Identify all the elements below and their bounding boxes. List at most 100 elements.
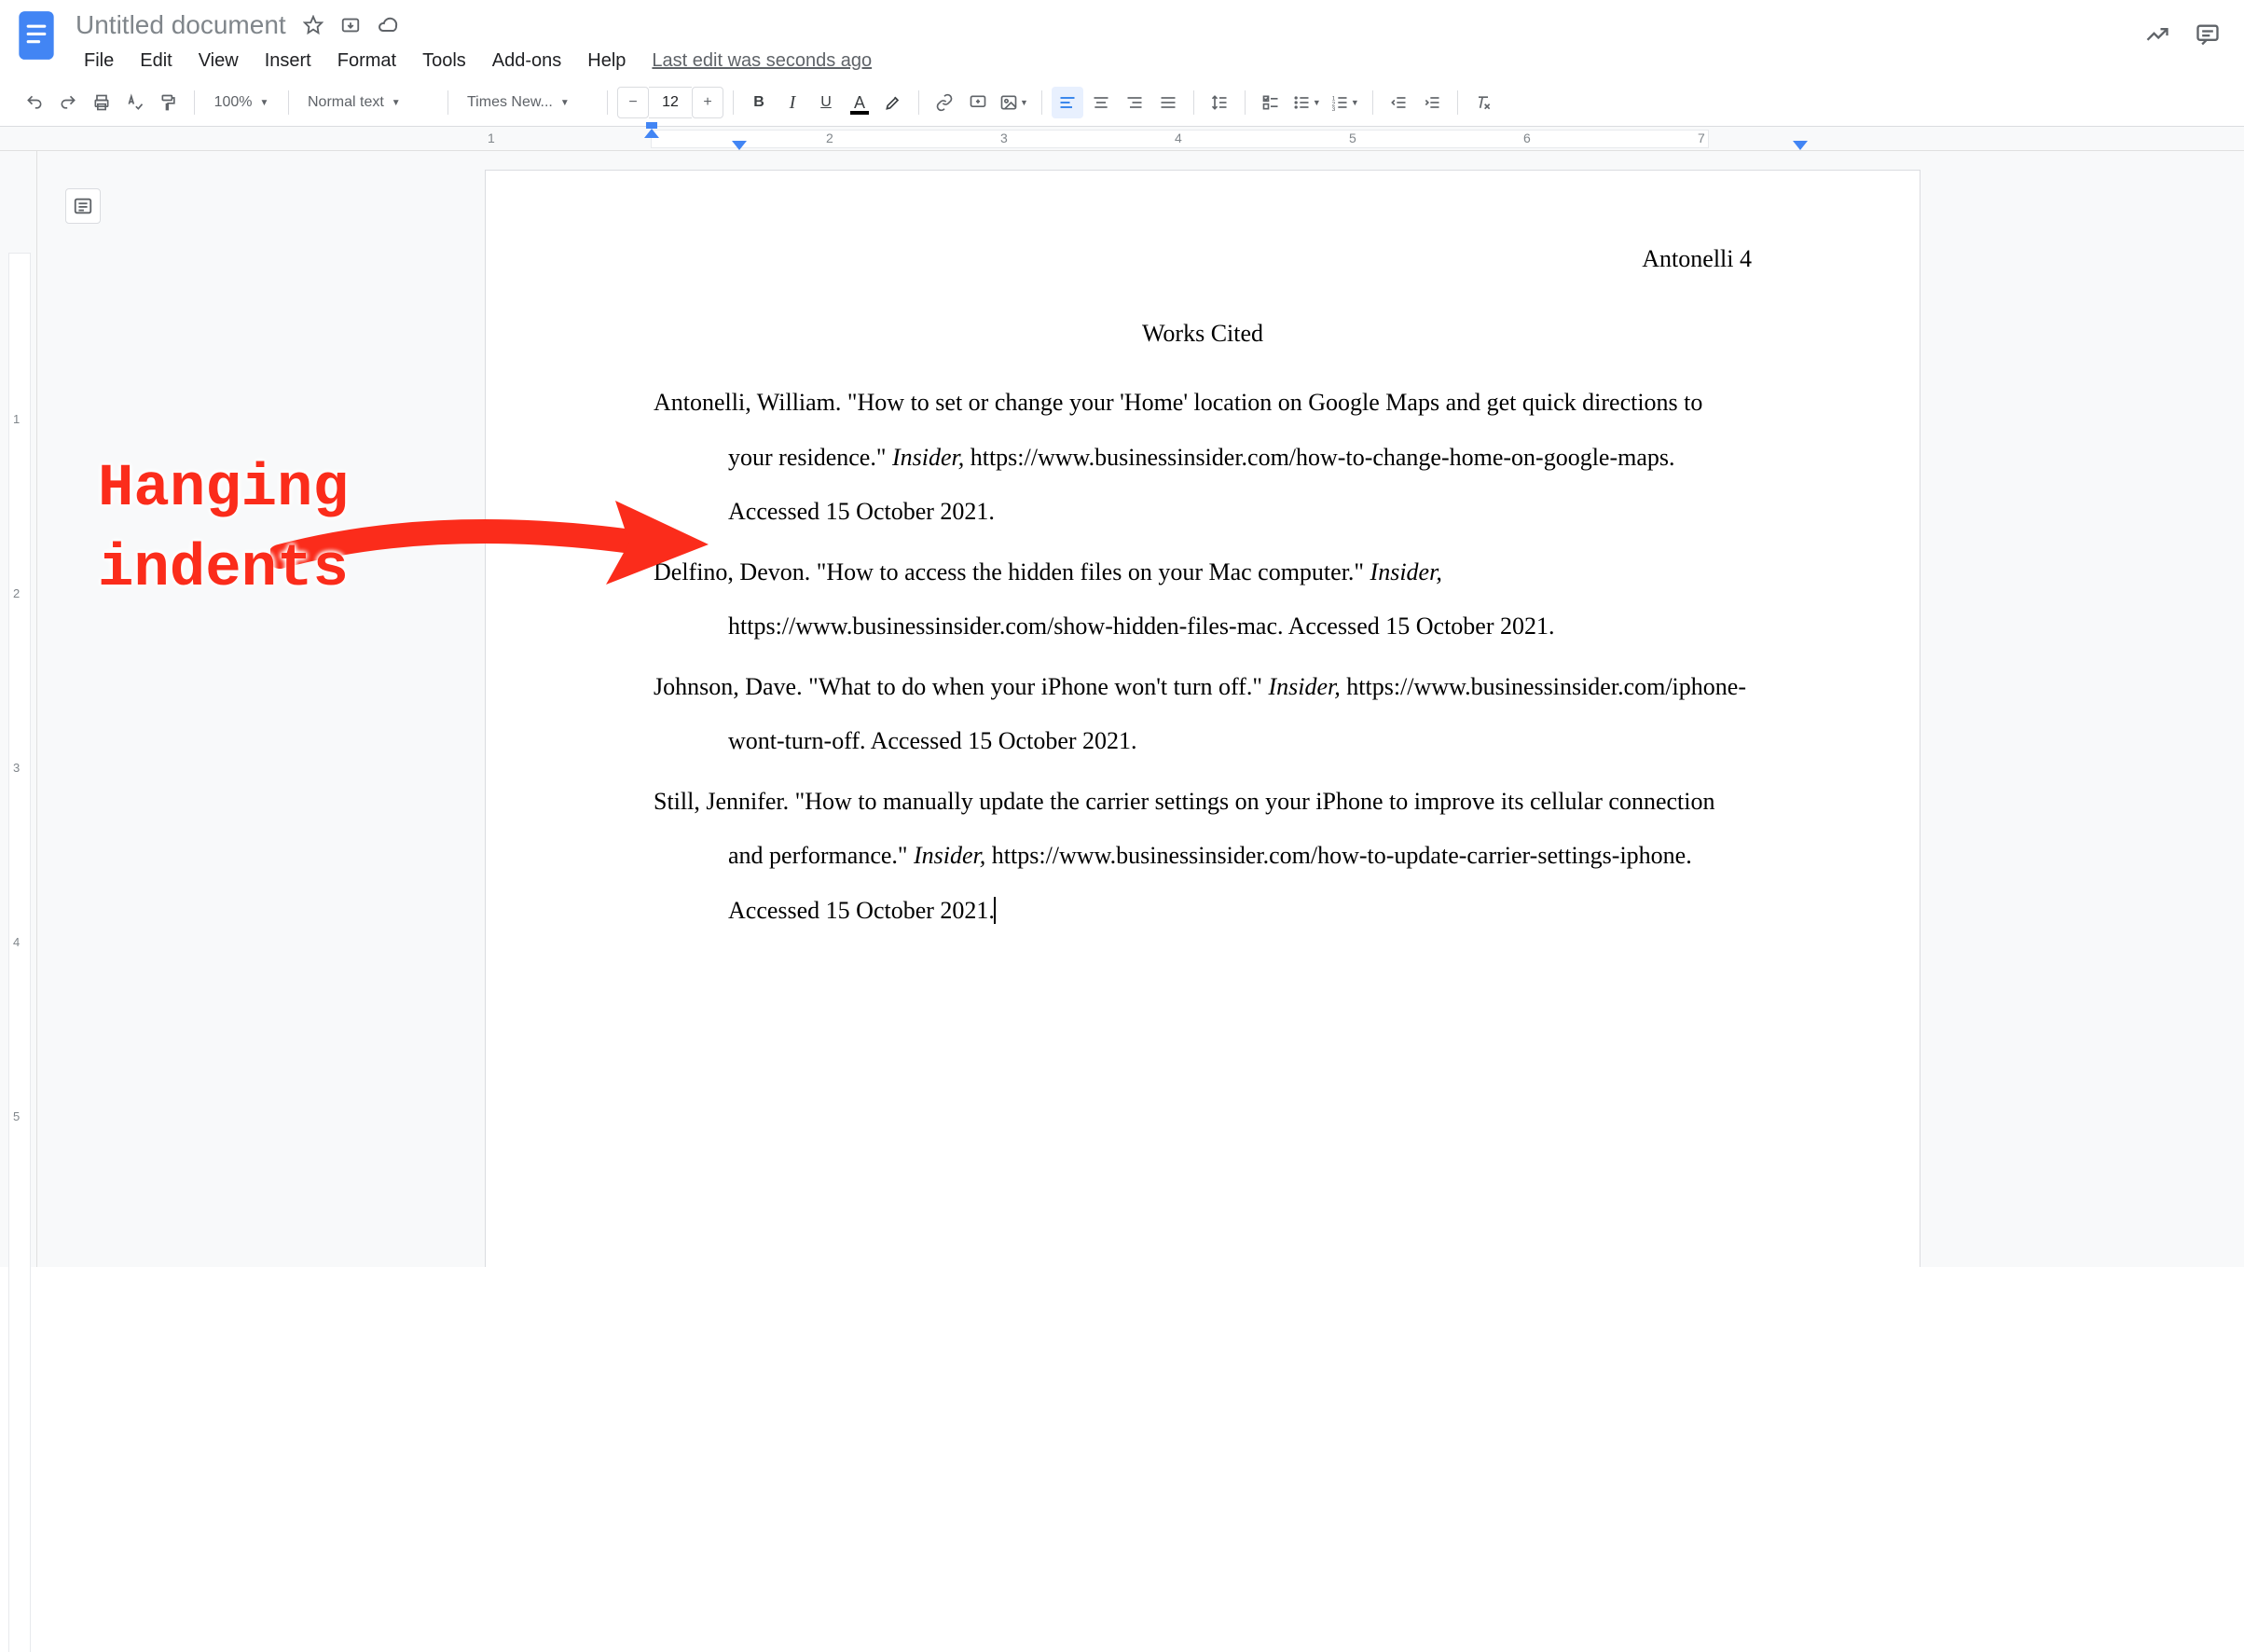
align-right-button[interactable] [1119,87,1150,118]
font-size-decrease-button[interactable]: − [617,87,649,118]
docs-icon [17,9,56,62]
separator [1457,90,1458,115]
menu-tools[interactable]: Tools [411,47,477,76]
menu-help[interactable]: Help [576,47,637,76]
align-center-button[interactable] [1085,87,1117,118]
menu-view[interactable]: View [187,47,250,76]
citation-text: Delfino, Devon. "How to access the hidde… [654,558,1370,585]
menu-format[interactable]: Format [326,47,407,76]
citation-source: Insider, [1268,673,1340,700]
numbered-list-button[interactable]: 123▼ [1327,87,1363,118]
ruler-number: 2 [826,131,833,145]
docs-logo[interactable] [17,9,56,62]
checklist-button[interactable] [1255,87,1287,118]
app-bar: Untitled document File Edit View Insert … [0,0,2244,79]
separator [194,90,195,115]
chevron-down-icon: ▼ [560,98,570,108]
separator [288,90,289,115]
right-indent-marker[interactable] [1793,141,1808,150]
horizontal-ruler[interactable]: 1 2 3 4 5 6 7 [0,127,2244,151]
ruler-number: 3 [1000,131,1008,145]
spellcheck-button[interactable] [119,87,151,118]
move-icon[interactable] [339,14,362,36]
menu-edit[interactable]: Edit [129,47,183,76]
decrease-indent-button[interactable] [1383,87,1414,118]
highlight-color-button[interactable] [877,87,909,118]
last-edit-link[interactable]: Last edit was seconds ago [652,47,872,76]
title-row: Untitled document [73,9,2127,43]
vruler-number: 5 [13,1109,20,1123]
annotation-line: indents [98,530,349,610]
outline-toggle-button[interactable] [65,188,101,224]
align-left-button[interactable] [1052,87,1083,118]
text-cursor [994,897,996,924]
citation-entry: Still, Jennifer. "How to manually update… [654,775,1752,939]
separator [607,90,608,115]
citation-entry: Delfino, Devon. "How to access the hidde… [654,545,1752,654]
vruler-number: 2 [13,586,20,600]
separator [1372,90,1373,115]
menu-file[interactable]: File [73,47,125,76]
font-select[interactable]: Times New... ▼ [458,87,598,118]
separator [918,90,919,115]
increase-indent-button[interactable] [1416,87,1448,118]
citation-source: Insider, [1370,558,1442,585]
chevron-down-icon: ▼ [260,98,269,108]
zoom-value: 100% [214,94,253,111]
menu-insert[interactable]: Insert [254,47,323,76]
font-size-group: − + [617,87,723,118]
vruler-number: 1 [13,412,20,426]
line-spacing-button[interactable] [1204,87,1235,118]
citation-entry: Antonelli, William. "How to set or chang… [654,376,1752,540]
separator [1193,90,1194,115]
activity-icon[interactable] [2143,21,2171,48]
bulleted-list-button[interactable]: ▼ [1288,87,1325,118]
document-title: Works Cited [654,320,1752,348]
page-header: Antonelli 4 [654,245,1752,273]
clear-formatting-button[interactable] [1467,87,1499,118]
citation-text: Johnson, Dave. "What to do when your iPh… [654,673,1268,700]
redo-button[interactable] [52,87,84,118]
cloud-status-icon[interactable] [377,14,399,36]
paint-format-button[interactable] [153,87,185,118]
italic-button[interactable]: I [777,87,808,118]
add-comment-button[interactable] [962,87,994,118]
print-button[interactable] [86,87,117,118]
style-value: Normal text [308,94,384,111]
vertical-ruler[interactable]: 1 2 3 4 5 [0,151,37,1267]
paragraph-style-select[interactable]: Normal text ▼ [298,87,438,118]
annotation-line: Hanging [98,449,349,530]
text-color-button[interactable]: A [844,87,875,118]
citation-entry: Johnson, Dave. "What to do when your iPh… [654,660,1752,769]
comments-icon[interactable] [2194,21,2222,48]
bold-button[interactable]: B [743,87,775,118]
document-page[interactable]: Antonelli 4 Works Cited Antonelli, Willi… [485,170,1920,1267]
font-value: Times New... [467,94,553,111]
separator [1041,90,1042,115]
font-size-input[interactable] [649,87,692,118]
citation-source: Insider, [892,444,964,471]
vruler-number: 4 [13,935,20,949]
menu-bar: File Edit View Insert Format Tools Add-o… [73,43,2127,76]
font-size-increase-button[interactable]: + [692,87,723,118]
insert-image-button[interactable]: ▼ [996,87,1032,118]
align-justify-button[interactable] [1152,87,1184,118]
ruler-number: 1 [488,131,495,145]
header-right-icons [2143,9,2227,48]
canvas[interactable]: Hanging indents Antonelli 4 Works Cited … [37,151,2244,1267]
zoom-select[interactable]: 100% ▼ [204,87,279,118]
title-icons [302,14,399,36]
ruler-number: 4 [1175,131,1182,145]
underline-button[interactable]: U [810,87,842,118]
undo-button[interactable] [19,87,50,118]
star-icon[interactable] [302,14,324,36]
menu-addons[interactable]: Add-ons [481,47,573,76]
document-title[interactable]: Untitled document [73,9,289,41]
first-line-indent-marker[interactable] [644,129,659,138]
annotation-label: Hanging indents [98,449,349,611]
insert-link-button[interactable] [929,87,960,118]
chevron-down-icon: ▼ [392,98,401,108]
left-indent-marker[interactable] [732,141,747,150]
svg-text:3: 3 [1332,106,1336,112]
title-block: Untitled document File Edit View Insert … [73,9,2127,76]
